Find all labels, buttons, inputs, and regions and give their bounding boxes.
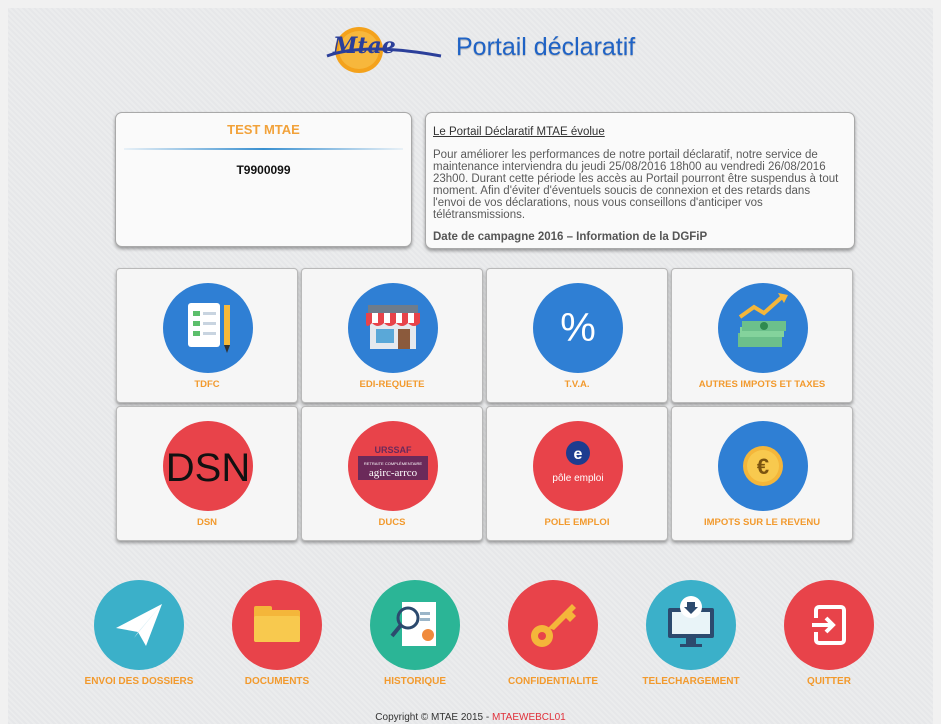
news-title[interactable]: Le Portail Déclaratif MTAE évolue <box>433 126 844 138</box>
action-label-quitter[interactable]: QUITTER <box>759 676 899 687</box>
tile-ducs[interactable]: URSSAF RETRAITE COMPLÉMENTAIRE agirc-arr… <box>301 406 483 541</box>
action-label-documents[interactable]: DOCUMENTS <box>207 676 347 687</box>
svg-text:URSSAF: URSSAF <box>374 445 412 455</box>
action-label-telechargement[interactable]: TELECHARGEMENT <box>621 676 761 687</box>
report-search-icon[interactable] <box>370 580 460 670</box>
news-subtitle: Date de campagne 2016 – Information de l… <box>433 231 708 243</box>
footer: Copyright © MTAE 2015 - MTAEWEBCL01 <box>0 712 941 723</box>
news-panel[interactable]: Le Portail Déclaratif MTAE évolue Pour a… <box>425 112 855 249</box>
tile-autres-impots[interactable]: AUTRES IMPOTS ET TAXES <box>671 268 853 403</box>
exit-icon[interactable] <box>784 580 874 670</box>
svg-text:DSN: DSN <box>166 446 250 490</box>
pole-emploi-logo-icon: e pôle emploi <box>533 421 623 511</box>
svg-text:pôle emploi: pôle emploi <box>552 473 603 484</box>
action-label-historique[interactable]: HISTORIQUE <box>345 676 485 687</box>
tile-impots-revenu[interactable]: € IMPOTS SUR LE REVENU <box>671 406 853 541</box>
tile-pole-emploi[interactable]: e pôle emploi POLE EMPLOI <box>486 406 668 541</box>
tile-label: DUCS <box>378 517 406 528</box>
tile-dsn[interactable]: DSN DSN <box>116 406 298 541</box>
tile-edi-requete[interactable]: EDI-REQUETE <box>301 268 483 403</box>
tile-tdfc[interactable]: TDFC <box>116 268 298 403</box>
mtae-logo[interactable]: Mtae <box>325 26 443 74</box>
company-name: TEST MTAE <box>227 122 300 137</box>
tile-label: AUTRES IMPOTS ET TAXES <box>698 379 826 390</box>
paper-plane-icon[interactable] <box>94 580 184 670</box>
svg-text:e: e <box>574 446 583 463</box>
tile-label: DSN <box>196 517 218 528</box>
document-checklist-icon <box>163 283 253 373</box>
svg-text:RETRAITE COMPLÉMENTAIRE: RETRAITE COMPLÉMENTAIRE <box>364 461 422 466</box>
tile-tva[interactable]: % T.V.A. <box>486 268 668 403</box>
footer-copyright: Copyright © MTAE 2015 - <box>375 712 492 723</box>
svg-text:Mtae: Mtae <box>332 33 396 59</box>
svg-text:€: € <box>757 454 769 479</box>
euro-coin-icon: € <box>718 421 808 511</box>
footer-code: MTAEWEBCL01 <box>491 712 566 723</box>
svg-text:%: % <box>560 306 596 350</box>
header: Mtae Portail déclaratif <box>0 0 941 100</box>
tile-label: T.V.A. <box>564 379 590 390</box>
download-monitor-icon[interactable] <box>646 580 736 670</box>
action-label-confidentialite[interactable]: CONFIDENTIALITE <box>483 676 623 687</box>
action-label-envoi[interactable]: ENVOI DES DOSSIERS <box>69 676 209 687</box>
news-body: Pour améliorer les performances de notre… <box>433 149 839 221</box>
urssaf-logo-icon: URSSAF RETRAITE COMPLÉMENTAIRE agirc-arr… <box>348 421 438 511</box>
storefront-icon <box>348 283 438 373</box>
svg-text:agirc-arrco: agirc-arrco <box>369 467 418 479</box>
key-icon[interactable] <box>508 580 598 670</box>
tile-label: POLE EMPLOI <box>544 517 610 528</box>
money-growth-icon <box>718 283 808 373</box>
company-panel: TEST MTAE T9900099 <box>115 112 412 247</box>
tile-label: TDFC <box>194 379 220 390</box>
company-code: T9900099 <box>236 163 291 177</box>
tile-label: IMPOTS SUR LE REVENU <box>703 517 821 528</box>
divider <box>124 148 403 150</box>
dsn-logo-icon: DSN <box>163 421 253 511</box>
folder-icon[interactable] <box>232 580 322 670</box>
percent-icon: % <box>533 283 623 373</box>
tile-label: EDI-REQUETE <box>359 379 425 390</box>
page-title: Portail déclaratif <box>456 33 636 61</box>
